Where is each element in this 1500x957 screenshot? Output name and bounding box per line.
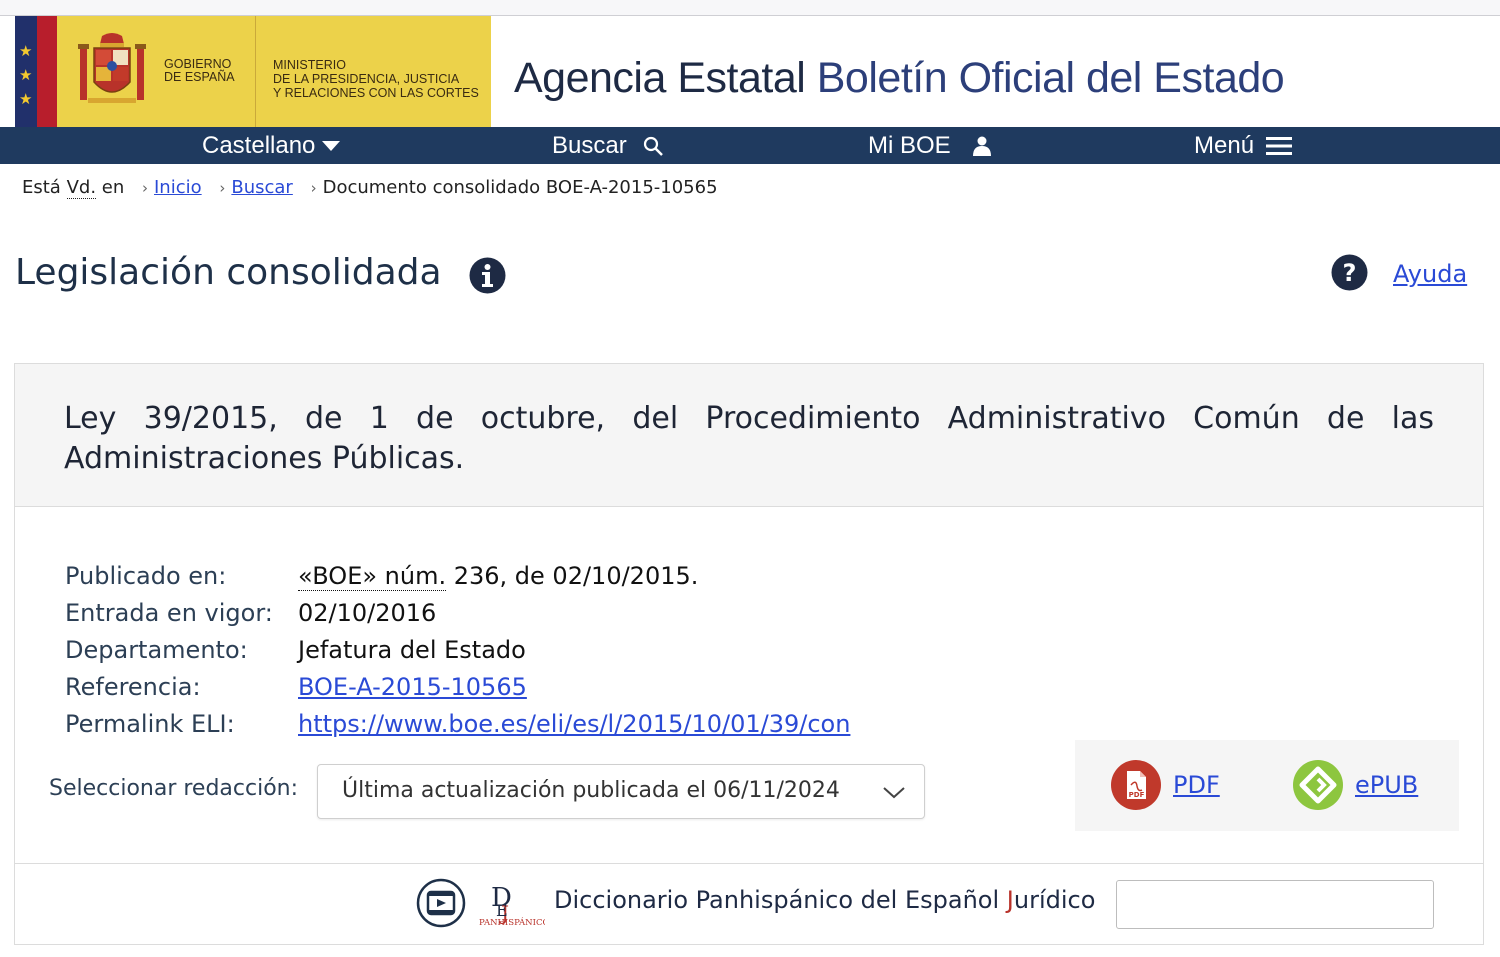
star-icon: ★	[19, 42, 33, 60]
dpej-logo-caption: PANHISPÁNICO	[479, 916, 545, 926]
boe-abbr: «BOE» núm.	[298, 562, 447, 591]
gobierno-label: GOBIERNO DE ESPAÑA	[164, 57, 235, 84]
meta-value: BOE-A-2015-10565	[298, 669, 527, 706]
meta-value: «BOE» núm. 236, de 02/10/2015.	[298, 558, 698, 595]
version-select-value: Última actualización publicada el 06/11/…	[342, 778, 840, 803]
epub-icon	[1293, 760, 1343, 810]
meta-row-published: Publicado en: «BOE» núm. 236, de 02/10/2…	[65, 558, 850, 595]
nav-my-boe-label: Mi BOE	[868, 131, 951, 159]
nav-search[interactable]: Buscar	[552, 127, 663, 164]
epub-download[interactable]: ePUB	[1293, 760, 1418, 810]
meta-row-department: Departamento: Jefatura del Estado	[65, 632, 850, 669]
dictionary-label-j: J	[1006, 886, 1014, 914]
chevron-right-icon: ›	[310, 179, 317, 197]
breadcrumb-prefix: Está	[22, 177, 61, 198]
chevron-down-icon	[883, 787, 905, 799]
help-icon[interactable]: ?	[1331, 254, 1368, 291]
breadcrumb-search-link[interactable]: Buscar	[231, 177, 292, 198]
user-icon	[972, 136, 991, 156]
pdf-download[interactable]: PDF PDF	[1111, 760, 1220, 810]
nav-my-boe[interactable]: Mi BOE	[868, 127, 991, 164]
eli-permalink[interactable]: https://www.boe.es/eli/es/l/2015/10/01/3…	[298, 710, 850, 738]
meta-label: Permalink ELI:	[65, 710, 235, 738]
help-link[interactable]: Ayuda	[1393, 260, 1467, 288]
dictionary-label-start: Diccionario Panhispánico del Español	[554, 886, 1007, 914]
meta-value: https://www.boe.es/eli/es/l/2015/10/01/3…	[298, 706, 850, 743]
caret-down-icon	[321, 140, 341, 152]
pdf-download-label: PDF	[1173, 771, 1220, 799]
dpej-logo-icon[interactable]: D J E PANHISPÁNICO	[463, 876, 545, 926]
logo-divider	[255, 16, 256, 127]
epub-download-label: ePUB	[1355, 771, 1419, 799]
nav-language[interactable]: Castellano	[202, 127, 341, 164]
meta-value: Jefatura del Estado	[298, 636, 526, 664]
meta-label: Departamento:	[65, 636, 248, 664]
government-logo[interactable]: GOBIERNO DE ESPAÑA MINISTERIO DE LA PRES…	[57, 16, 491, 127]
browser-top-strip	[0, 0, 1500, 16]
agency-title[interactable]: Agencia Estatal Boletín Oficial del Esta…	[514, 52, 1285, 104]
dictionary-label-end: urídico	[1013, 886, 1096, 914]
agency-title-part1: Agencia Estatal	[514, 54, 806, 102]
meta-value: 02/10/2016	[298, 599, 437, 627]
meta-row-reference: Referencia: BOE-A-2015-10565	[65, 669, 850, 706]
dictionary-bar: D J E PANHISPÁNICO Diccionario Panhispán…	[15, 863, 1483, 944]
breadcrumb: Está Vd. en › Inicio › Buscar › Documento c…	[22, 176, 718, 200]
document-metadata: Publicado en: «BOE» núm. 236, de 02/10/2…	[65, 558, 850, 743]
video-icon[interactable]	[416, 878, 466, 928]
meta-label: Publicado en:	[65, 562, 227, 590]
dictionary-search-input[interactable]	[1116, 880, 1434, 929]
breadcrumb-home-link[interactable]: Inicio	[154, 177, 202, 198]
star-icon: ★	[19, 66, 33, 84]
document-header: Ley 39/2015, de 1 de octubre, del Proced…	[15, 364, 1483, 507]
nav-menu[interactable]: Menú	[1194, 127, 1293, 164]
svg-text:PDF: PDF	[1129, 791, 1145, 799]
breadcrumb-abbr: Vd.	[66, 177, 97, 199]
document-title: Ley 39/2015, de 1 de octubre, del Proced…	[64, 401, 1434, 476]
dictionary-label[interactable]: Diccionario Panhispánico del Español Jur…	[554, 886, 1095, 914]
chevron-right-icon: ›	[219, 179, 226, 197]
eu-flag-strip: ★ ★ ★	[15, 16, 37, 127]
main-nav: Castellano Buscar Mi BOE Menú	[0, 127, 1500, 164]
hamburger-icon	[1266, 136, 1293, 156]
svg-text:?: ?	[1343, 259, 1357, 287]
star-icon: ★	[19, 90, 33, 108]
agency-title-part2: Boletín Oficial del Estado	[816, 54, 1285, 102]
red-flag-strip	[37, 16, 57, 127]
ministerio-label: MINISTERIO DE LA PRESIDENCIA, JUSTICIA Y…	[273, 58, 479, 100]
meta-label: Entrada en vigor:	[65, 599, 273, 627]
version-select-label: Seleccionar redacción:	[49, 776, 299, 801]
pdf-icon: PDF	[1111, 760, 1161, 810]
nav-menu-label: Menú	[1194, 131, 1255, 159]
meta-label: Referencia:	[65, 673, 201, 701]
chevron-right-icon: ›	[142, 179, 148, 197]
version-select[interactable]: Última actualización publicada el 06/11/…	[317, 764, 925, 819]
search-icon	[643, 136, 663, 156]
download-panel: PDF PDF ePUB	[1075, 740, 1459, 831]
breadcrumb-current: Documento consolidado BOE-A-2015-10565	[322, 177, 718, 198]
reference-link[interactable]: BOE-A-2015-10565	[298, 673, 527, 701]
meta-row-eli: Permalink ELI: https://www.boe.es/eli/es…	[65, 706, 850, 743]
meta-value-text: 236, de 02/10/2015.	[446, 562, 699, 590]
page-title: Legislación consolidada	[15, 252, 442, 293]
meta-row-in-force: Entrada en vigor: 02/10/2016	[65, 595, 850, 632]
nav-language-label: Castellano	[202, 131, 316, 159]
info-icon[interactable]	[469, 257, 506, 294]
coat-of-arms-icon	[78, 33, 146, 103]
breadcrumb-prefix-end: en	[101, 177, 125, 198]
document-panel: Ley 39/2015, de 1 de octubre, del Proced…	[14, 363, 1484, 945]
nav-search-label: Buscar	[552, 131, 627, 159]
